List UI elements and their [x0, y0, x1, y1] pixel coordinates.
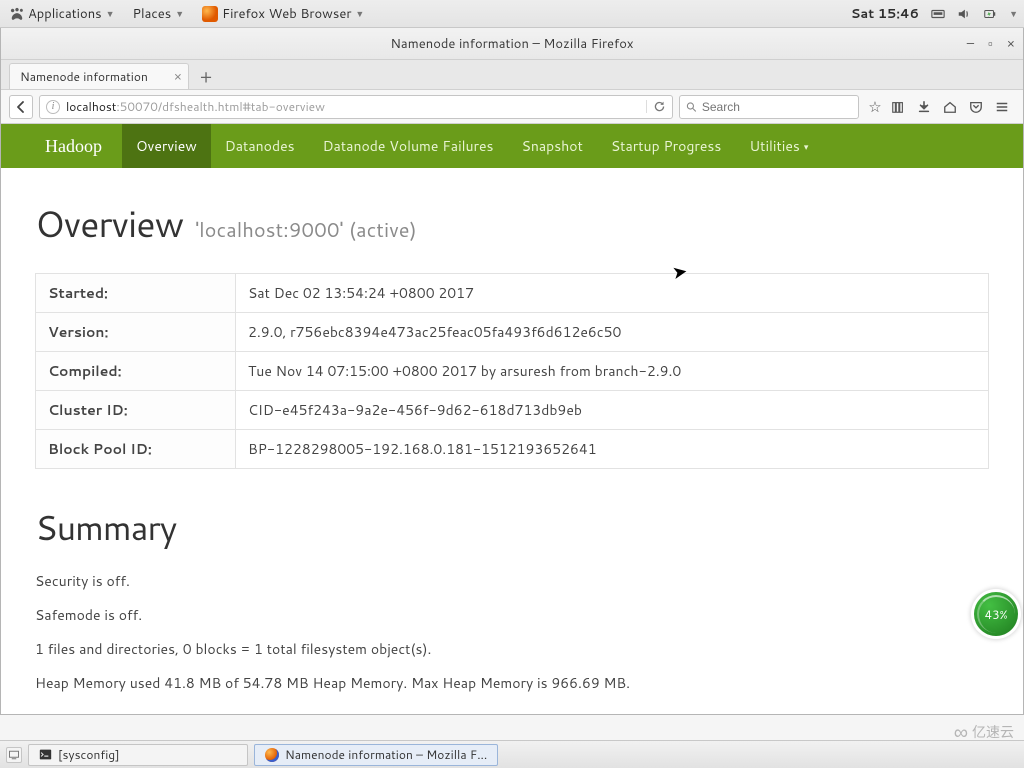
info-value: Tue Nov 14 07:15:00 +0800 2017 by arsure… [236, 352, 989, 391]
info-label: Version: [36, 313, 236, 352]
table-row: Version:2.9.0, r756ebc8394e473ac25feac05… [36, 313, 989, 352]
summary-body: Security is off. Safemode is off. 1 file… [35, 571, 989, 693]
tab-title: Namenode information [20, 68, 148, 85]
info-label: Block Pool ID: [36, 430, 236, 469]
keyboard-icon[interactable] [931, 7, 945, 21]
info-label: Compiled: [36, 352, 236, 391]
gnome-taskbar: [sysconfig] Namenode information – Mozil… [0, 740, 1024, 768]
taskbar-item-firefox[interactable]: Namenode information – Mozilla F... [254, 744, 498, 766]
info-label: Cluster ID: [36, 391, 236, 430]
library-icon[interactable] [891, 100, 911, 114]
search-box[interactable] [679, 95, 859, 119]
navigation-toolbar: i localhost:50070/dfshealth.html#tab-ove… [1, 90, 1023, 124]
hamburger-menu-icon[interactable] [995, 100, 1015, 114]
nav-datanodes[interactable]: Datanodes [211, 124, 309, 168]
nav-startup-progress[interactable]: Startup Progress [597, 124, 735, 168]
page-content: Overview 'localhost:9000' (active) Start… [1, 168, 1023, 714]
summary-line: Heap Memory used 41.8 MB of 54.78 MB Hea… [35, 673, 989, 693]
volume-icon[interactable] [957, 7, 971, 21]
battery-icon[interactable] [983, 7, 997, 21]
taskbar-label: [sysconfig] [58, 746, 120, 763]
places-menu[interactable]: Places ▼ [129, 3, 189, 25]
foot-icon [10, 7, 24, 21]
hadoop-navbar: Hadoop Overview Datanodes Datanode Volum… [1, 124, 1023, 168]
window-title: Namenode information – Mozilla Firefox [390, 35, 633, 53]
home-icon[interactable] [943, 100, 963, 114]
dropdown-icon: ▼ [175, 7, 184, 20]
bookmark-star-icon[interactable]: ☆ [865, 96, 885, 117]
progress-badge-text: 43% [984, 606, 1007, 623]
progress-badge[interactable]: 43% [974, 592, 1018, 636]
summary-heading: Summary [35, 503, 989, 551]
caret-down-icon: ▾ [804, 140, 809, 153]
taskbar-item-sysconfig[interactable]: [sysconfig] [28, 744, 248, 766]
dropdown-icon: ▼ [106, 7, 115, 20]
info-value: CID-e45f243a-9a2e-456f-9d62-618d713db9eb [236, 391, 989, 430]
url-text: localhost:50070/dfshealth.html#tab-overv… [66, 98, 325, 115]
url-path: :50070/dfshealth.html#tab-overview [116, 98, 325, 115]
info-value: BP-1228298005-192.168.0.181-151219365264… [236, 430, 989, 469]
firefox-window: Namenode information – Mozilla Firefox –… [0, 28, 1024, 715]
arrow-left-icon [15, 101, 27, 113]
table-row: Compiled:Tue Nov 14 07:15:00 +0800 2017 … [36, 352, 989, 391]
nav-snapshot[interactable]: Snapshot [508, 124, 597, 168]
watermark-text: 亿速云 [972, 722, 1014, 742]
site-info-icon[interactable]: i [46, 100, 60, 114]
nav-utilities[interactable]: Utilities▾ [735, 124, 822, 168]
overview-heading: Overview 'localhost:9000' (active) [35, 198, 989, 249]
summary-line: Safemode is off. [35, 605, 989, 625]
taskbar-label: Namenode information – Mozilla F... [285, 746, 487, 763]
nav-volume-failures[interactable]: Datanode Volume Failures [309, 124, 508, 168]
pocket-icon[interactable] [969, 100, 989, 114]
address-bar[interactable]: i localhost:50070/dfshealth.html#tab-ove… [39, 95, 673, 119]
gnome-top-bar: Applications ▼ Places ▼ Firefox Web Brow… [0, 0, 1024, 28]
dropdown-icon: ▼ [355, 7, 364, 20]
info-label: Started: [36, 274, 236, 313]
downloads-icon[interactable] [917, 100, 937, 114]
clock[interactable]: Sat 15:46 [851, 5, 919, 23]
back-button[interactable] [9, 95, 33, 119]
page-viewport[interactable]: Hadoop Overview Datanodes Datanode Volum… [1, 124, 1023, 714]
info-value: Sat Dec 02 13:54:24 +0800 2017 [236, 274, 989, 313]
table-row: Block Pool ID:BP-1228298005-192.168.0.18… [36, 430, 989, 469]
overview-subheading: 'localhost:9000' (active) [195, 216, 417, 244]
applications-label: Applications [28, 5, 102, 23]
search-input[interactable] [702, 100, 852, 114]
firefox-icon [265, 748, 279, 762]
tab-close-icon[interactable]: × [174, 68, 182, 86]
terminal-icon [39, 748, 52, 761]
summary-line: 1 files and directories, 0 blocks = 1 to… [35, 639, 989, 659]
active-app-label: Firefox Web Browser [222, 5, 351, 23]
system-menu-dropdown-icon[interactable]: ▼ [1009, 7, 1018, 20]
new-tab-button[interactable]: + [193, 63, 219, 89]
show-desktop-button[interactable] [6, 747, 22, 763]
browser-tab[interactable]: Namenode information × [9, 63, 189, 89]
window-titlebar[interactable]: Namenode information – Mozilla Firefox –… [1, 28, 1023, 60]
overview-info-table: Started:Sat Dec 02 13:54:24 +0800 2017 V… [35, 273, 989, 469]
search-icon [686, 101, 697, 113]
active-app-menu[interactable]: Firefox Web Browser ▼ [198, 3, 368, 25]
overview-heading-text: Overview [35, 198, 183, 249]
summary-line: Security is off. [35, 571, 989, 591]
firefox-icon [202, 6, 218, 22]
info-value: 2.9.0, r756ebc8394e473ac25feac05fa493f6d… [236, 313, 989, 352]
maximize-button[interactable]: ▫ [988, 35, 993, 53]
url-host: localhost [66, 98, 116, 115]
applications-menu[interactable]: Applications ▼ [6, 3, 119, 25]
tab-strip: Namenode information × + [1, 60, 1023, 90]
minimize-button[interactable]: – [967, 35, 974, 53]
brand-link[interactable]: Hadoop [31, 124, 122, 168]
close-button[interactable]: × [1007, 35, 1015, 53]
table-row: Cluster ID:CID-e45f243a-9a2e-456f-9d62-6… [36, 391, 989, 430]
places-label: Places [133, 5, 172, 23]
desktop-icon [8, 749, 20, 761]
table-row: Started:Sat Dec 02 13:54:24 +0800 2017 [36, 274, 989, 313]
reload-button[interactable] [646, 100, 666, 113]
nav-overview[interactable]: Overview [122, 124, 211, 168]
